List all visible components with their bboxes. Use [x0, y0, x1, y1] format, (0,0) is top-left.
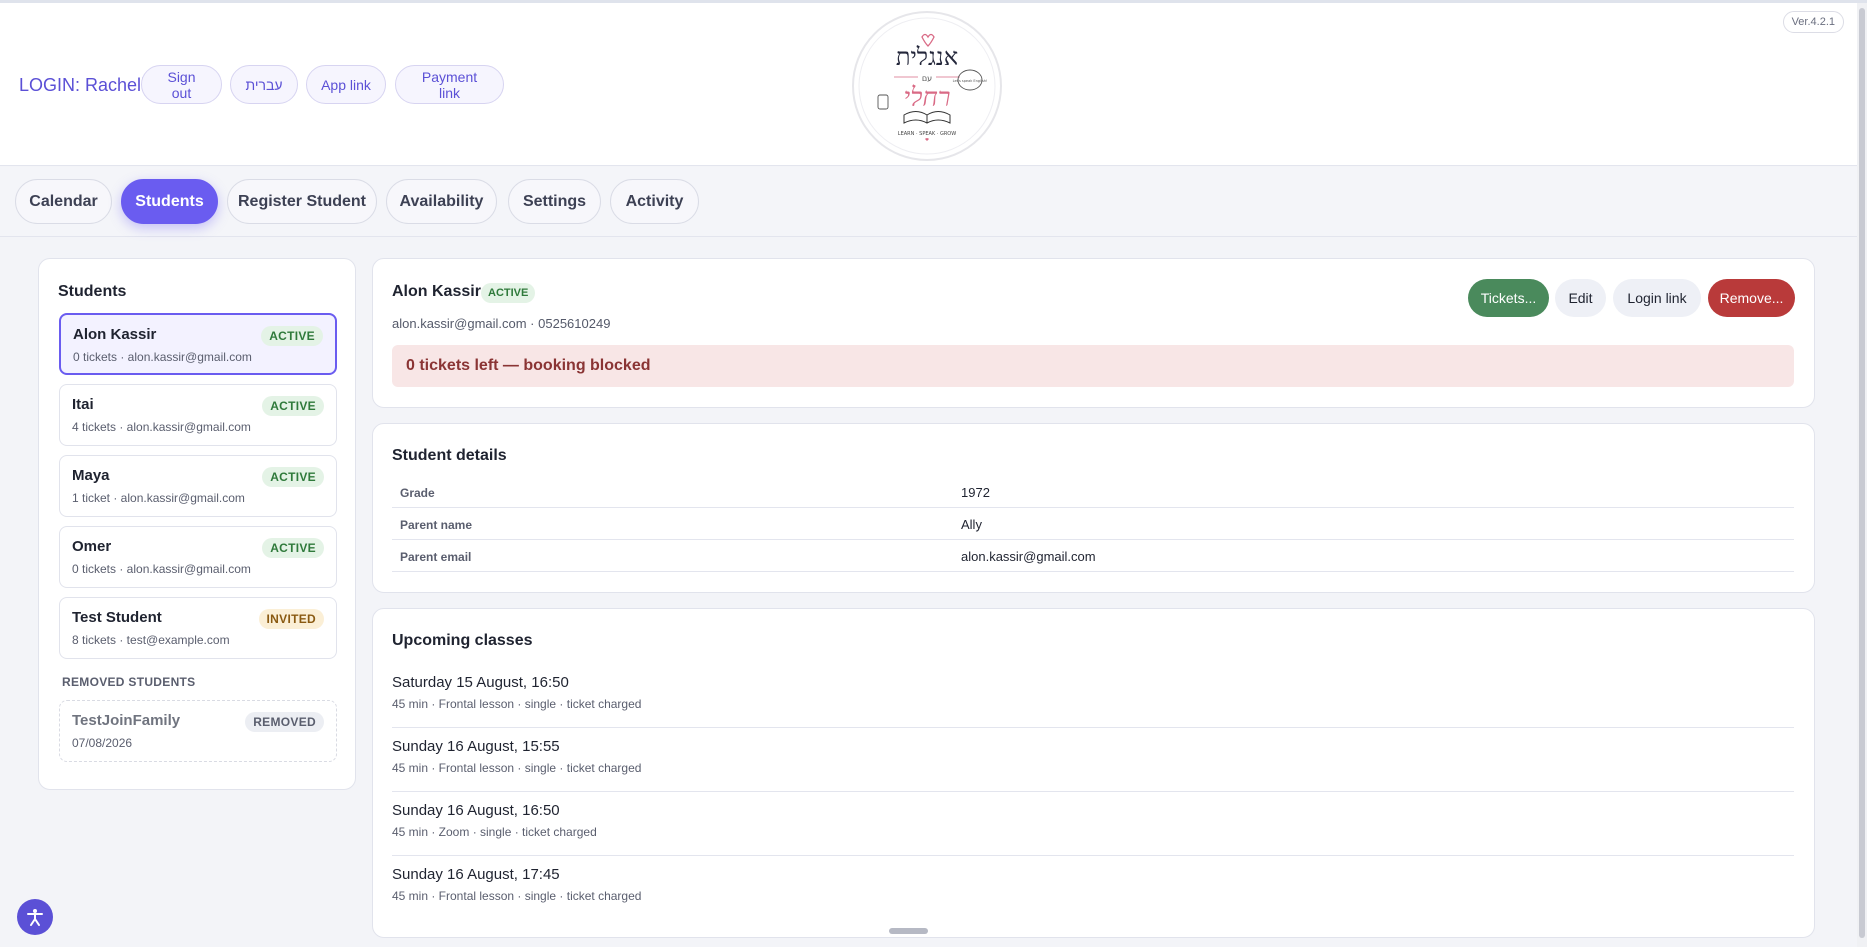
scrollbar-thumb[interactable] [1859, 8, 1865, 938]
logo-tagline: LEARN · SPEAK · GROW [898, 131, 956, 137]
class-item[interactable]: Sunday 16 August, 15:55 45 min · Frontal… [392, 728, 1794, 792]
logo-graphic: אנגלית עם רחלי Let's speak English! LEAR… [858, 17, 996, 155]
logo-name: רחלי [903, 83, 950, 113]
student-name: Maya [72, 467, 110, 484]
app-link-button[interactable]: App link [306, 65, 386, 104]
class-datetime: Sunday 16 August, 16:50 [392, 802, 560, 819]
detail-row: Parent email alon.kassir@gmail.com [392, 540, 1794, 572]
tickets-button[interactable]: Tickets... [1468, 279, 1549, 317]
student-detail-name: Alon Kassir [392, 283, 481, 300]
detail-label: Grade [400, 486, 435, 500]
login-link-button[interactable]: Login link [1613, 279, 1701, 317]
status-badge: ACTIVE [262, 538, 324, 558]
class-datetime: Saturday 15 August, 16:50 [392, 674, 569, 691]
language-button[interactable]: עברית [230, 65, 298, 104]
student-contact: alon.kassir@gmail.com · 0525610249 [392, 316, 611, 331]
status-badge: ACTIVE [262, 467, 324, 487]
student-card[interactable]: Itai 4 tickets · alon.kassir@gmail.com A… [59, 384, 337, 446]
drag-handle[interactable] [889, 928, 928, 934]
removed-student-card[interactable]: TestJoinFamily 07/08/2026 REMOVED [59, 700, 337, 762]
class-details: 45 min · Frontal lesson · single · ticke… [392, 697, 642, 711]
student-summary: 0 tickets · alon.kassir@gmail.com [72, 562, 251, 576]
student-card[interactable]: Test Student 8 tickets · test@example.co… [59, 597, 337, 659]
class-item[interactable]: Sunday 16 August, 17:45 45 min · Frontal… [392, 856, 1794, 920]
logo-with: עם [922, 74, 932, 83]
payment-link-button[interactable]: Payment link [395, 65, 504, 104]
students-panel: Students Alon Kassir 0 tickets · alon.ka… [38, 258, 356, 790]
student-card[interactable]: Omer 0 tickets · alon.kassir@gmail.com A… [59, 526, 337, 588]
login-label: LOGIN: Racheli [19, 75, 146, 95]
status-badge: REMOVED [245, 712, 324, 732]
class-item[interactable]: Saturday 15 August, 16:50 45 min · Front… [392, 664, 1794, 728]
status-badge: ACTIVE [481, 283, 536, 303]
tab-settings[interactable]: Settings [508, 179, 601, 224]
sign-out-button[interactable]: Sign out [141, 65, 222, 104]
tickets-alert: 0 tickets left — booking blocked [392, 345, 1794, 387]
student-name: Test Student [72, 609, 162, 626]
status-badge: ACTIVE [262, 396, 324, 416]
status-badge: INVITED [258, 609, 324, 629]
student-name: Alon Kassir [73, 326, 157, 343]
main-tabs: Calendar Students Register Student Avail… [0, 167, 1857, 237]
tab-calendar[interactable]: Calendar [15, 179, 112, 224]
detail-value: alon.kassir@gmail.com [961, 549, 1096, 564]
class-item[interactable]: Sunday 16 August, 16:50 45 min · Zoom · … [392, 792, 1794, 856]
logo-title: אנגלית [896, 43, 958, 71]
brand-logo: אנגלית עם רחלי Let's speak English! LEAR… [852, 11, 1002, 161]
status-badge: ACTIVE [261, 326, 323, 346]
class-datetime: Sunday 16 August, 17:45 [392, 866, 560, 883]
tab-availability[interactable]: Availability [386, 179, 497, 224]
student-summary: 0 tickets · alon.kassir@gmail.com [73, 350, 252, 364]
removed-students-heading: REMOVED STUDENTS [62, 675, 196, 689]
student-name: TestJoinFamily [72, 712, 181, 729]
remove-button[interactable]: Remove... [1708, 279, 1795, 317]
student-summary: 4 tickets · alon.kassir@gmail.com [72, 420, 251, 434]
class-datetime: Sunday 16 August, 15:55 [392, 738, 560, 755]
student-summary: 8 tickets · test@example.com [72, 633, 230, 647]
upcoming-classes-title: Upcoming classes [392, 632, 533, 649]
class-details: 45 min · Frontal lesson · single · ticke… [392, 889, 642, 903]
student-card[interactable]: Maya 1 ticket · alon.kassir@gmail.com AC… [59, 455, 337, 517]
logo-speech: Let's speak English! [953, 79, 988, 83]
detail-label: Parent email [400, 550, 472, 564]
accessibility-icon [27, 909, 43, 926]
accessibility-button[interactable] [17, 899, 53, 935]
detail-value: Ally [961, 517, 982, 532]
tab-activity[interactable]: Activity [610, 179, 699, 224]
student-name: Itai [72, 396, 94, 413]
students-panel-title: Students [58, 283, 127, 300]
app-header: LOGIN: Racheli Sign out עברית App link P… [0, 3, 1857, 166]
student-summary: 1 ticket · alon.kassir@gmail.com [72, 491, 245, 505]
detail-row: Grade 1972 [392, 476, 1794, 508]
detail-row: Parent name Ally [392, 508, 1794, 540]
student-card[interactable]: Alon Kassir 0 tickets · alon.kassir@gmai… [59, 313, 337, 375]
student-details-title: Student details [392, 447, 507, 464]
class-details: 45 min · Frontal lesson · single · ticke… [392, 761, 642, 775]
version-badge: Ver.4.2.1 [1782, 11, 1844, 33]
detail-label: Parent name [400, 518, 473, 532]
class-details: 45 min · Zoom · single · ticket charged [392, 825, 597, 839]
removed-date: 07/08/2026 [72, 736, 133, 750]
tab-register-student[interactable]: Register Student [227, 179, 377, 224]
detail-value: 1972 [961, 485, 990, 500]
edit-button[interactable]: Edit [1555, 279, 1606, 317]
student-name: Omer [72, 538, 112, 555]
tab-students[interactable]: Students [121, 179, 218, 224]
